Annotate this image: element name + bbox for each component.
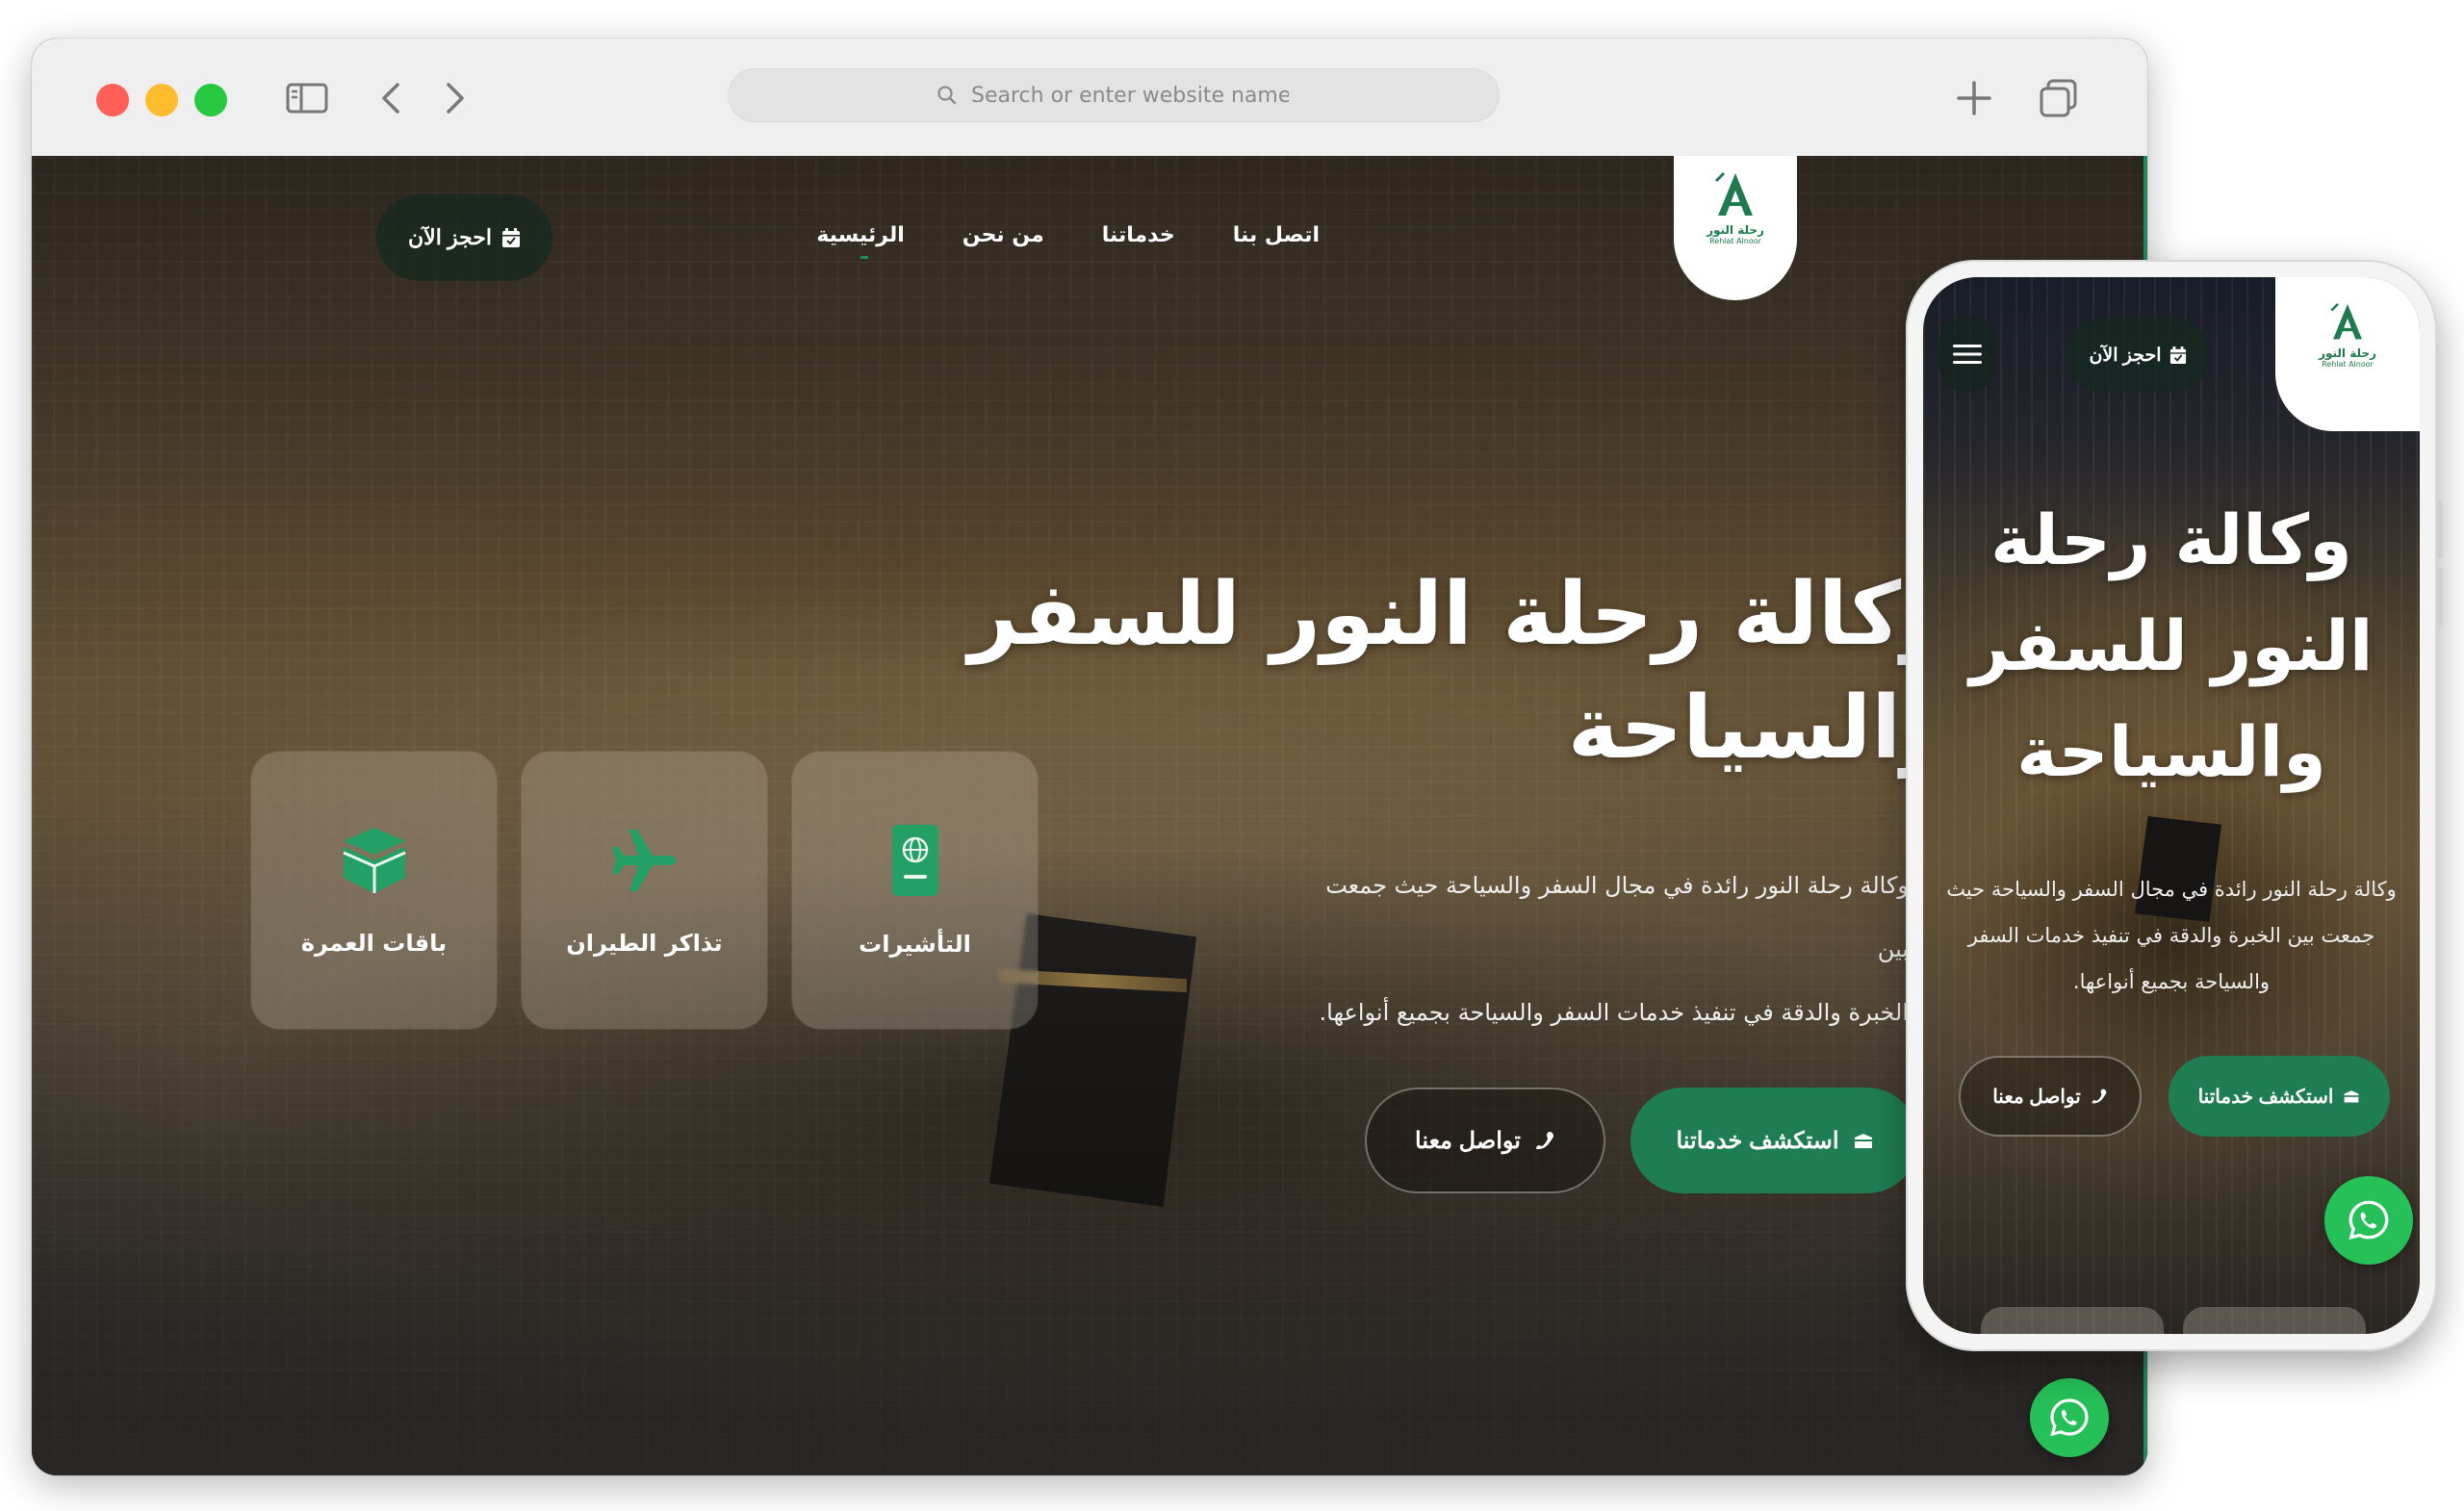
logo-mark-icon xyxy=(1714,171,1753,216)
chevron-left-icon[interactable] xyxy=(376,77,405,119)
calendar-icon xyxy=(502,228,520,247)
mobile-contact-us-button[interactable]: تواصل معنا xyxy=(1959,1056,2142,1137)
address-input[interactable] xyxy=(969,82,1291,109)
mobile-menu-button[interactable] xyxy=(1938,316,1996,393)
sidebar-icon[interactable] xyxy=(285,77,329,119)
service-card-visas[interactable]: التأشيرات xyxy=(792,752,1038,1029)
calendar-icon xyxy=(2169,346,2186,364)
mobile-hero-title: وكالة رحلة النور للسفر والسياحة xyxy=(1969,499,2374,792)
mobile-screen: احجز الآن رحلة النور Rehlat Alnoor وكالة… xyxy=(1923,277,2420,1334)
site-logo[interactable]: رحلة النور Rehlat Alnoor xyxy=(1674,156,1797,300)
mobile-explore-services-button[interactable]: استكشف خدماتنا xyxy=(2169,1056,2390,1137)
nav-item-home[interactable]: الرئيسية xyxy=(816,223,905,259)
kaaba-small-icon xyxy=(2345,1090,2359,1103)
nav-item-contact[interactable]: اتصل بنا xyxy=(1233,223,1320,247)
main-navigation: الرئيسية من نحن خدماتنا اتصل بنا xyxy=(816,223,1320,259)
chevron-right-icon[interactable] xyxy=(441,77,470,119)
mobile-service-card-peek xyxy=(2183,1307,2366,1334)
maximize-window-button[interactable] xyxy=(194,84,227,116)
browser-toolbar xyxy=(32,38,2147,157)
mobile-book-now-label: احجز الآن xyxy=(2089,345,2162,366)
logo-subtext: Rehlat Alnoor xyxy=(1709,237,1761,245)
service-label-flights: تذاكر الطيران xyxy=(566,930,723,957)
volume-down-button xyxy=(2437,568,2443,626)
mobile-service-card-peek xyxy=(1981,1307,2164,1334)
plus-icon[interactable] xyxy=(1952,77,1996,119)
volume-up-button xyxy=(2437,500,2443,558)
address-bar[interactable] xyxy=(728,68,1500,122)
passport-icon xyxy=(891,825,938,896)
hero-description: وكالة رحلة النور رائدة في مجال السفر وال… xyxy=(1319,872,1909,1026)
nav-item-about[interactable]: من نحن xyxy=(962,223,1044,247)
whatsapp-icon xyxy=(2348,1200,2389,1241)
service-label-umrah: باقات العمرة xyxy=(300,930,448,957)
mobile-hero-description: وكالة رحلة النور رائدة في مجال السفر وال… xyxy=(1946,878,2397,993)
service-label-visas: التأشيرات xyxy=(859,931,971,958)
hamburger-menu-icon xyxy=(1953,345,1982,364)
mobile-contact-us-label: تواصل معنا xyxy=(1992,1086,2081,1108)
book-now-label: احجز الآن xyxy=(408,225,492,249)
explore-services-label: استكشف خدماتنا xyxy=(1676,1127,1839,1154)
explore-services-button[interactable]: استكشف خدماتنا xyxy=(1630,1088,1919,1193)
mobile-device-mockup: احجز الآن رحلة النور Rehlat Alnoor وكالة… xyxy=(1906,260,2443,1351)
contact-us-button[interactable]: تواصل معنا xyxy=(1365,1088,1605,1193)
service-card-umrah[interactable]: باقات العمرة xyxy=(251,752,497,1029)
whatsapp-button[interactable] xyxy=(2030,1378,2109,1457)
browser-window: رحلة النور Rehlat Alnoor الرئيسية من نحن… xyxy=(32,38,2147,1475)
hero-section: رحلة النور Rehlat Alnoor الرئيسية من نحن… xyxy=(32,156,2147,1475)
logo-text: رحلة النور xyxy=(1707,223,1764,237)
book-now-button[interactable]: احجز الآن xyxy=(376,194,552,281)
service-card-flights[interactable]: تذاكر الطيران xyxy=(522,752,767,1029)
mobile-logo-text: رحلة النور xyxy=(2319,346,2376,360)
mobile-site-logo[interactable]: رحلة النور Rehlat Alnoor xyxy=(2275,277,2420,431)
search-icon xyxy=(937,86,957,105)
minimize-window-button[interactable] xyxy=(145,84,178,116)
tabs-icon[interactable] xyxy=(2037,77,2081,119)
mobile-book-now-button[interactable]: احجز الآن xyxy=(2066,318,2210,393)
mobile-logo-subtext: Rehlat Alnoor xyxy=(2322,360,2374,369)
phone-icon xyxy=(1535,1132,1553,1149)
close-window-button[interactable] xyxy=(96,84,129,116)
whatsapp-icon xyxy=(2050,1398,2089,1437)
mobile-whatsapp-button[interactable] xyxy=(2324,1176,2413,1265)
contact-us-label: تواصل معنا xyxy=(1415,1127,1521,1154)
kaaba-small-icon xyxy=(1854,1134,1872,1148)
airplane-icon xyxy=(611,830,676,891)
mobile-explore-services-label: استكشف خدماتنا xyxy=(2197,1086,2334,1108)
logo-mark-icon xyxy=(2330,302,2362,340)
hero-title: وكالة رحلة النور للسفر والسياحة xyxy=(968,564,1955,779)
phone-icon xyxy=(2092,1088,2107,1104)
nav-item-services[interactable]: خدماتنا xyxy=(1102,223,1175,247)
kaaba-icon xyxy=(342,828,406,893)
